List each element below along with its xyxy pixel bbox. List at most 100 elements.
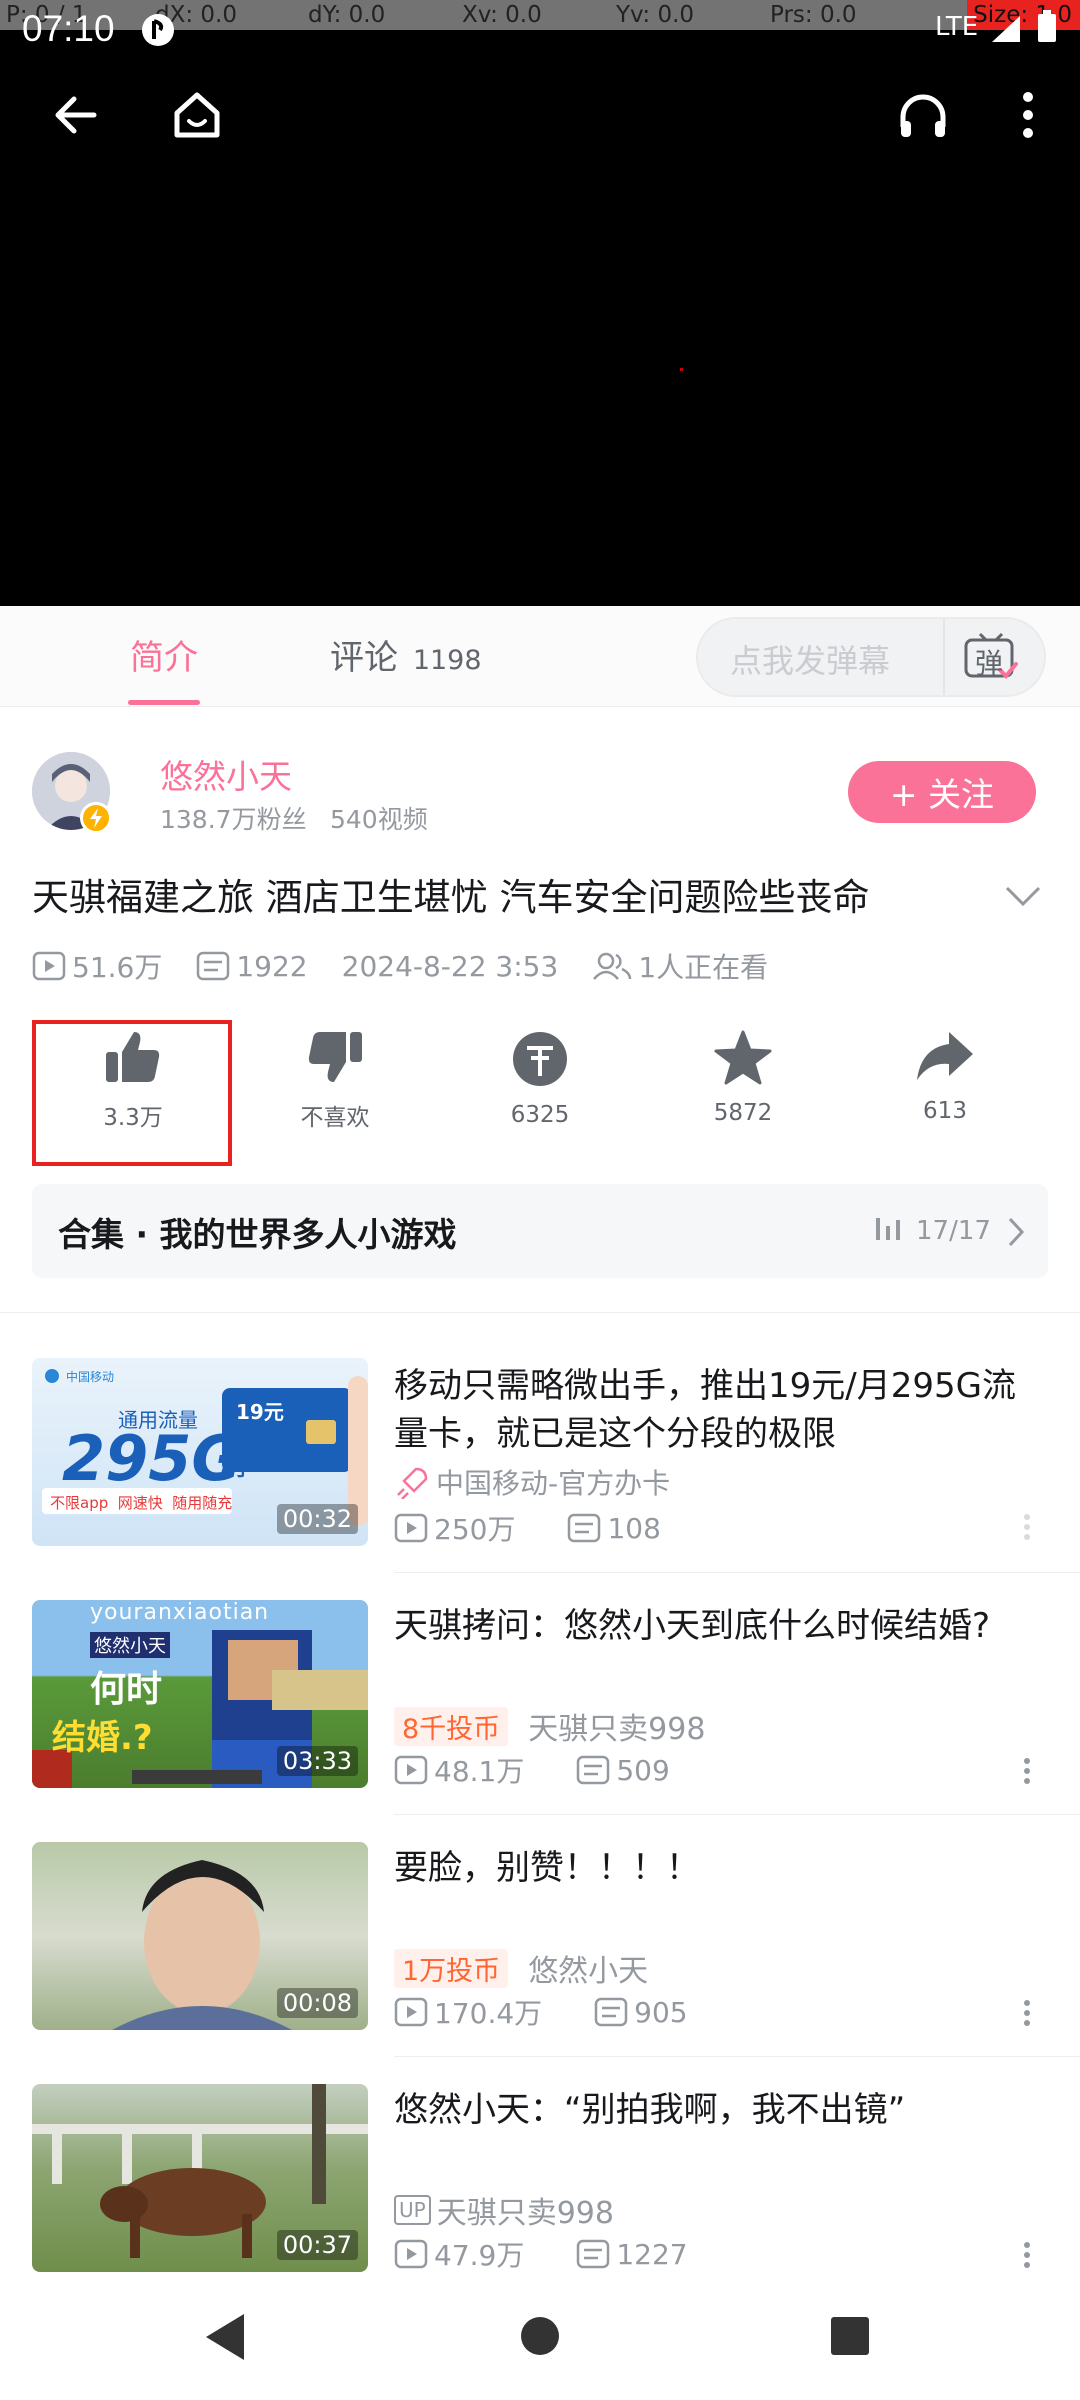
danmaku-placeholder: 点我发弹幕 — [730, 642, 891, 680]
dislike-button[interactable]: 不喜欢 — [250, 1030, 420, 1132]
more-vertical-icon[interactable] — [1020, 1996, 1034, 2030]
debug-prs: Prs: 0.0 — [770, 2, 857, 28]
more-options-button[interactable] — [1000, 80, 1056, 150]
comment-count: 905 — [634, 1995, 688, 2029]
comment-count-icon — [577, 1755, 610, 1785]
publish-date: 2024-8-22 3:53 — [341, 949, 559, 983]
view-count: 47.9万 — [434, 2239, 525, 2272]
square-recents-icon — [831, 2317, 869, 2355]
watching-now: 1人正在看 — [638, 951, 769, 984]
more-vertical-icon[interactable] — [1020, 2238, 1034, 2272]
chevron-right-icon — [1007, 1216, 1025, 1252]
nav-recents-button[interactable] — [830, 2316, 870, 2360]
network-indicator: LTE — [935, 12, 979, 42]
more-vertical-icon[interactable] — [1020, 1510, 1034, 1544]
view-count: 51.6万 — [72, 951, 163, 984]
video-thumbnail[interactable]: 00:08 — [32, 1842, 368, 2030]
video-stats: 170.4万 905 — [394, 1992, 688, 2032]
video-duration: 00:08 — [276, 1988, 358, 2018]
like-button[interactable]: 3.3万 — [48, 1030, 218, 1132]
circle-home-icon — [521, 2317, 559, 2355]
thumb-unit: /月 — [220, 1456, 248, 1480]
tab-comments[interactable]: 评论 1198 — [330, 630, 482, 679]
expand-desc-button[interactable] — [1004, 884, 1042, 912]
coin-badge: 1万投币 — [394, 1948, 509, 1988]
rocket-icon — [397, 1467, 428, 1499]
ad-source: 中国移动-官方办卡 — [394, 1462, 670, 1502]
thumb-tags: 不限app 网速快 随用随充 — [50, 1494, 233, 1512]
video-title: 天骐福建之旅 酒店卫生堪忧 汽车安全问题险些丧命 — [32, 876, 870, 919]
comment-count: 1227 — [616, 2237, 688, 2271]
nav-home-button[interactable] — [520, 2316, 560, 2360]
video-stats: 47.9万 1227 — [394, 2234, 688, 2274]
share-button[interactable]: 613 — [860, 1030, 1030, 1124]
headphones-icon — [900, 94, 946, 137]
section-divider — [0, 1312, 1080, 1313]
video-stats: 51.6万 1922 2024-8-22 3:53 1人正在看 — [32, 946, 768, 986]
back-button[interactable] — [40, 80, 110, 150]
verified-badge-icon — [80, 802, 112, 834]
tab-comments-label: 评论 — [330, 638, 398, 678]
favorite-button[interactable]: 5872 — [658, 1030, 828, 1126]
home-icon — [174, 92, 220, 138]
coin-count: 6325 — [510, 1102, 570, 1128]
share-arrow-icon — [917, 1032, 973, 1080]
danmaku-icon-text: 弹 — [975, 647, 1004, 680]
app-status-icon — [140, 12, 176, 52]
related-video-item[interactable]: 中国移动 通用流量 19元 295G /月 不限app 网速快 随用随充 00:… — [0, 1358, 1080, 1598]
video-thumbnail[interactable]: 00:37 — [32, 2084, 368, 2272]
danmaku-toggle-button[interactable]: 弹 — [962, 630, 1020, 684]
danmaku-count: 1922 — [236, 949, 308, 983]
comment-count: 108 — [607, 1511, 661, 1545]
play-count-icon — [32, 951, 66, 981]
collection-title: 合集 · 我的世界多人小游戏 — [58, 1215, 457, 1254]
coin-badge: 8千投币 — [394, 1706, 509, 1746]
back-arrow-icon — [55, 96, 97, 134]
video-title: 移动只需略微出手，推出19元/月295G流量卡，就已是这个分段的极限 — [394, 1366, 1016, 1454]
thumb-q2: 结婚.? — [52, 1718, 153, 1758]
danmaku-count-icon — [197, 951, 230, 981]
like-count: 3.3万 — [103, 1105, 163, 1131]
home-button[interactable] — [162, 80, 232, 150]
share-count: 613 — [923, 1098, 967, 1124]
tab-intro[interactable]: 简介 — [130, 630, 198, 679]
author-video-count: 540视频 — [330, 805, 428, 834]
thumbs-up-icon — [106, 1032, 160, 1082]
more-vertical-icon[interactable] — [1020, 1754, 1034, 1788]
signal-icon — [990, 14, 1024, 48]
collection-progress: 17/17 — [916, 1216, 991, 1246]
chevron-down-icon — [1005, 886, 1041, 907]
play-count-icon — [394, 1997, 428, 2027]
play-count-icon — [394, 1755, 428, 1785]
related-video-item[interactable]: 00:08 要脸，别赞！！！！ 1万投币 悠然小天 170.4万 905 — [0, 1842, 1080, 2082]
play-count-icon — [394, 2239, 428, 2269]
thumb-price: 19元 — [236, 1400, 284, 1424]
nav-back-button[interactable] — [200, 2310, 250, 2368]
view-count: 48.1万 — [434, 1755, 525, 1788]
up-tag: UP — [394, 2195, 431, 2225]
thumb-brand: 中国移动 — [66, 1370, 115, 1384]
video-title: 悠然小天：“别拍我啊，我不出镜” — [394, 2090, 906, 2130]
video-stats: 48.1万 509 — [394, 1750, 670, 1790]
video-author-row: 1万投币 悠然小天 — [394, 1946, 648, 1990]
star-icon — [714, 1030, 772, 1085]
video-thumbnail[interactable]: youranxiaotian 悠然小天 何时 结婚.? 03:33 — [32, 1600, 368, 1788]
dislike-label: 不喜欢 — [300, 1105, 370, 1131]
play-count-icon — [394, 1513, 428, 1543]
view-count: 250万 — [434, 1513, 516, 1546]
thumb-big: 295G — [62, 1422, 243, 1495]
list-divider — [394, 1572, 1080, 1573]
listen-mode-button[interactable] — [888, 80, 958, 150]
related-video-item[interactable]: youranxiaotian 悠然小天 何时 结婚.? 03:33 天骐拷问：悠… — [0, 1600, 1080, 1840]
video-thumbnail[interactable]: 中国移动 通用流量 19元 295G /月 不限app 网速快 随用随充 00:… — [32, 1358, 368, 1546]
tab-active-indicator — [128, 700, 200, 705]
thumb-top-text: youranxiaotian — [90, 1600, 270, 1625]
coin-button[interactable]: 6325 — [455, 1030, 625, 1128]
collection-bar[interactable]: 合集 · 我的世界多人小游戏 17/17 — [32, 1184, 1048, 1278]
list-divider — [394, 2056, 1080, 2057]
follow-button[interactable]: + 关注 — [848, 761, 1036, 823]
list-divider — [394, 1814, 1080, 1815]
tab-comments-count: 1198 — [412, 645, 482, 676]
comment-count-icon — [568, 1513, 601, 1543]
author-name[interactable]: 悠然小天 — [160, 750, 292, 798]
